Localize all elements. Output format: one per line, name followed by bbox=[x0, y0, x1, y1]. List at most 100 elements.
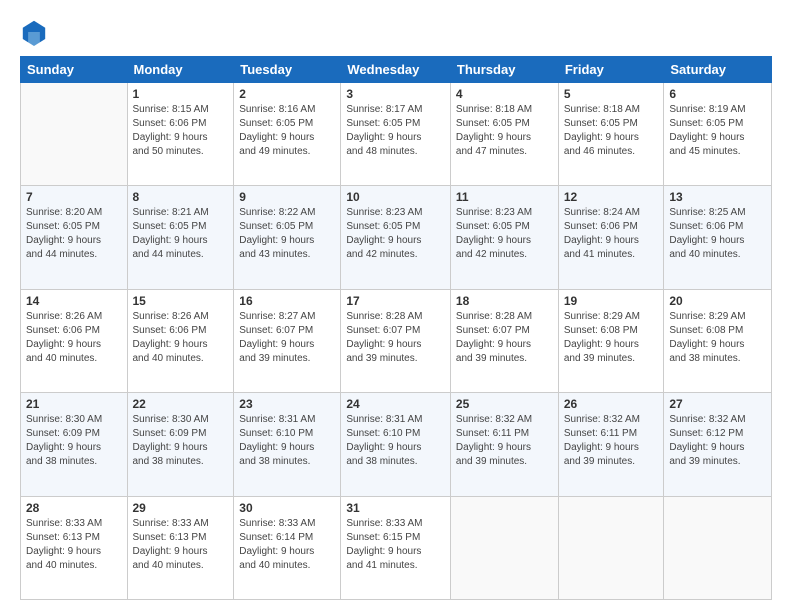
day-number: 31 bbox=[346, 501, 445, 515]
day-number: 11 bbox=[456, 190, 553, 204]
day-info: Sunrise: 8:32 AM Sunset: 6:11 PM Dayligh… bbox=[456, 413, 553, 469]
day-cell: 25 Sunrise: 8:32 AM Sunset: 6:11 PM Dayli… bbox=[450, 393, 558, 496]
day-cell bbox=[21, 83, 128, 186]
day-cell: 4Sunrise: 8:18 AM Sunset: 6:05 PM Daylig… bbox=[450, 83, 558, 186]
col-header-wednesday: Wednesday bbox=[341, 57, 451, 83]
day-number: 23 bbox=[239, 397, 335, 411]
day-info: Sunrise: 8:18 AM Sunset: 6:05 PM Dayligh… bbox=[564, 103, 659, 159]
day-cell: 11 Sunrise: 8:23 AM Sunset: 6:05 PM Dayli… bbox=[450, 186, 558, 289]
day-number: 5 bbox=[564, 87, 659, 101]
day-info: Sunrise: 8:29 AM Sunset: 6:08 PM Dayligh… bbox=[564, 310, 659, 366]
week-row-2: 7 Sunrise: 8:20 AM Sunset: 6:05 PM Daylig… bbox=[21, 186, 772, 289]
day-number: 2 bbox=[239, 87, 335, 101]
day-number: 22 bbox=[133, 397, 229, 411]
day-cell: 29Sunrise: 8:33 AM Sunset: 6:13 PM Dayli… bbox=[127, 496, 234, 599]
day-number: 1 bbox=[133, 87, 229, 101]
day-cell: 16Sunrise: 8:27 AM Sunset: 6:07 PM Dayli… bbox=[234, 289, 341, 392]
day-cell: 13 Sunrise: 8:25 AM Sunset: 6:06 PM Dayli… bbox=[664, 186, 772, 289]
day-number: 19 bbox=[564, 294, 659, 308]
day-number: 15 bbox=[133, 294, 229, 308]
col-header-thursday: Thursday bbox=[450, 57, 558, 83]
day-info: Sunrise: 8:33 AM Sunset: 6:14 PM Dayligh… bbox=[239, 517, 335, 573]
day-info: Sunrise: 8:16 AM Sunset: 6:05 PM Dayligh… bbox=[239, 103, 335, 159]
week-row-5: 28 Sunrise: 8:33 AM Sunset: 6:13 PM Dayli… bbox=[21, 496, 772, 599]
day-number: 26 bbox=[564, 397, 659, 411]
day-number: 12 bbox=[564, 190, 659, 204]
day-cell: 18 Sunrise: 8:28 AM Sunset: 6:07 PM Dayli… bbox=[450, 289, 558, 392]
day-info: Sunrise: 8:31 AM Sunset: 6:10 PM Dayligh… bbox=[239, 413, 335, 469]
day-cell: 9 Sunrise: 8:22 AM Sunset: 6:05 PM Daylig… bbox=[234, 186, 341, 289]
day-cell: 19 Sunrise: 8:29 AM Sunset: 6:08 PM Dayli… bbox=[558, 289, 664, 392]
day-cell bbox=[450, 496, 558, 599]
header bbox=[20, 18, 772, 46]
day-number: 14 bbox=[26, 294, 122, 308]
col-header-monday: Monday bbox=[127, 57, 234, 83]
day-cell: 12 Sunrise: 8:24 AM Sunset: 6:06 PM Dayli… bbox=[558, 186, 664, 289]
day-number: 21 bbox=[26, 397, 122, 411]
day-cell: 17 Sunrise: 8:28 AM Sunset: 6:07 PM Dayli… bbox=[341, 289, 451, 392]
day-info: Sunrise: 8:23 AM Sunset: 6:05 PM Dayligh… bbox=[456, 206, 553, 262]
day-number: 24 bbox=[346, 397, 445, 411]
day-number: 6 bbox=[669, 87, 766, 101]
day-cell: 8 Sunrise: 8:21 AM Sunset: 6:05 PM Daylig… bbox=[127, 186, 234, 289]
day-cell: 22 Sunrise: 8:30 AM Sunset: 6:09 PM Dayli… bbox=[127, 393, 234, 496]
week-row-1: 1 Sunrise: 8:15 AM Sunset: 6:06 PM Daylig… bbox=[21, 83, 772, 186]
day-cell: 6 Sunrise: 8:19 AM Sunset: 6:05 PM Daylig… bbox=[664, 83, 772, 186]
day-info: Sunrise: 8:33 AM Sunset: 6:15 PM Dayligh… bbox=[346, 517, 445, 573]
day-cell: 15 Sunrise: 8:26 AM Sunset: 6:06 PM Dayli… bbox=[127, 289, 234, 392]
day-info: Sunrise: 8:18 AM Sunset: 6:05 PM Dayligh… bbox=[456, 103, 553, 159]
page: SundayMondayTuesdayWednesdayThursdayFrid… bbox=[0, 0, 792, 612]
day-cell: 20Sunrise: 8:29 AM Sunset: 6:08 PM Dayli… bbox=[664, 289, 772, 392]
day-number: 29 bbox=[133, 501, 229, 515]
day-cell: 26Sunrise: 8:32 AM Sunset: 6:11 PM Dayli… bbox=[558, 393, 664, 496]
day-number: 25 bbox=[456, 397, 553, 411]
day-cell bbox=[558, 496, 664, 599]
week-row-3: 14 Sunrise: 8:26 AM Sunset: 6:06 PM Dayli… bbox=[21, 289, 772, 392]
day-cell: 7 Sunrise: 8:20 AM Sunset: 6:05 PM Daylig… bbox=[21, 186, 128, 289]
day-info: Sunrise: 8:31 AM Sunset: 6:10 PM Dayligh… bbox=[346, 413, 445, 469]
day-info: Sunrise: 8:32 AM Sunset: 6:12 PM Dayligh… bbox=[669, 413, 766, 469]
day-number: 8 bbox=[133, 190, 229, 204]
day-number: 7 bbox=[26, 190, 122, 204]
col-header-friday: Friday bbox=[558, 57, 664, 83]
day-number: 13 bbox=[669, 190, 766, 204]
day-cell: 1 Sunrise: 8:15 AM Sunset: 6:06 PM Daylig… bbox=[127, 83, 234, 186]
calendar-table: SundayMondayTuesdayWednesdayThursdayFrid… bbox=[20, 56, 772, 600]
col-header-saturday: Saturday bbox=[664, 57, 772, 83]
logo bbox=[20, 18, 52, 46]
day-info: Sunrise: 8:30 AM Sunset: 6:09 PM Dayligh… bbox=[133, 413, 229, 469]
day-number: 20 bbox=[669, 294, 766, 308]
day-info: Sunrise: 8:26 AM Sunset: 6:06 PM Dayligh… bbox=[133, 310, 229, 366]
day-info: Sunrise: 8:25 AM Sunset: 6:06 PM Dayligh… bbox=[669, 206, 766, 262]
day-number: 28 bbox=[26, 501, 122, 515]
day-number: 17 bbox=[346, 294, 445, 308]
day-info: Sunrise: 8:33 AM Sunset: 6:13 PM Dayligh… bbox=[26, 517, 122, 573]
day-cell: 2 Sunrise: 8:16 AM Sunset: 6:05 PM Daylig… bbox=[234, 83, 341, 186]
logo-icon bbox=[20, 18, 48, 46]
day-info: Sunrise: 8:21 AM Sunset: 6:05 PM Dayligh… bbox=[133, 206, 229, 262]
day-info: Sunrise: 8:28 AM Sunset: 6:07 PM Dayligh… bbox=[456, 310, 553, 366]
day-number: 9 bbox=[239, 190, 335, 204]
day-info: Sunrise: 8:30 AM Sunset: 6:09 PM Dayligh… bbox=[26, 413, 122, 469]
day-cell bbox=[664, 496, 772, 599]
day-cell: 14 Sunrise: 8:26 AM Sunset: 6:06 PM Dayli… bbox=[21, 289, 128, 392]
day-info: Sunrise: 8:19 AM Sunset: 6:05 PM Dayligh… bbox=[669, 103, 766, 159]
day-cell: 5 Sunrise: 8:18 AM Sunset: 6:05 PM Daylig… bbox=[558, 83, 664, 186]
header-row: SundayMondayTuesdayWednesdayThursdayFrid… bbox=[21, 57, 772, 83]
col-header-tuesday: Tuesday bbox=[234, 57, 341, 83]
day-number: 30 bbox=[239, 501, 335, 515]
day-info: Sunrise: 8:15 AM Sunset: 6:06 PM Dayligh… bbox=[133, 103, 229, 159]
day-number: 18 bbox=[456, 294, 553, 308]
day-info: Sunrise: 8:24 AM Sunset: 6:06 PM Dayligh… bbox=[564, 206, 659, 262]
day-info: Sunrise: 8:22 AM Sunset: 6:05 PM Dayligh… bbox=[239, 206, 335, 262]
day-cell: 21 Sunrise: 8:30 AM Sunset: 6:09 PM Dayli… bbox=[21, 393, 128, 496]
day-cell: 31 Sunrise: 8:33 AM Sunset: 6:15 PM Dayli… bbox=[341, 496, 451, 599]
day-number: 10 bbox=[346, 190, 445, 204]
day-cell: 23 Sunrise: 8:31 AM Sunset: 6:10 PM Dayli… bbox=[234, 393, 341, 496]
day-cell: 3Sunrise: 8:17 AM Sunset: 6:05 PM Daylig… bbox=[341, 83, 451, 186]
col-header-sunday: Sunday bbox=[21, 57, 128, 83]
day-info: Sunrise: 8:17 AM Sunset: 6:05 PM Dayligh… bbox=[346, 103, 445, 159]
day-info: Sunrise: 8:26 AM Sunset: 6:06 PM Dayligh… bbox=[26, 310, 122, 366]
day-info: Sunrise: 8:20 AM Sunset: 6:05 PM Dayligh… bbox=[26, 206, 122, 262]
day-info: Sunrise: 8:28 AM Sunset: 6:07 PM Dayligh… bbox=[346, 310, 445, 366]
